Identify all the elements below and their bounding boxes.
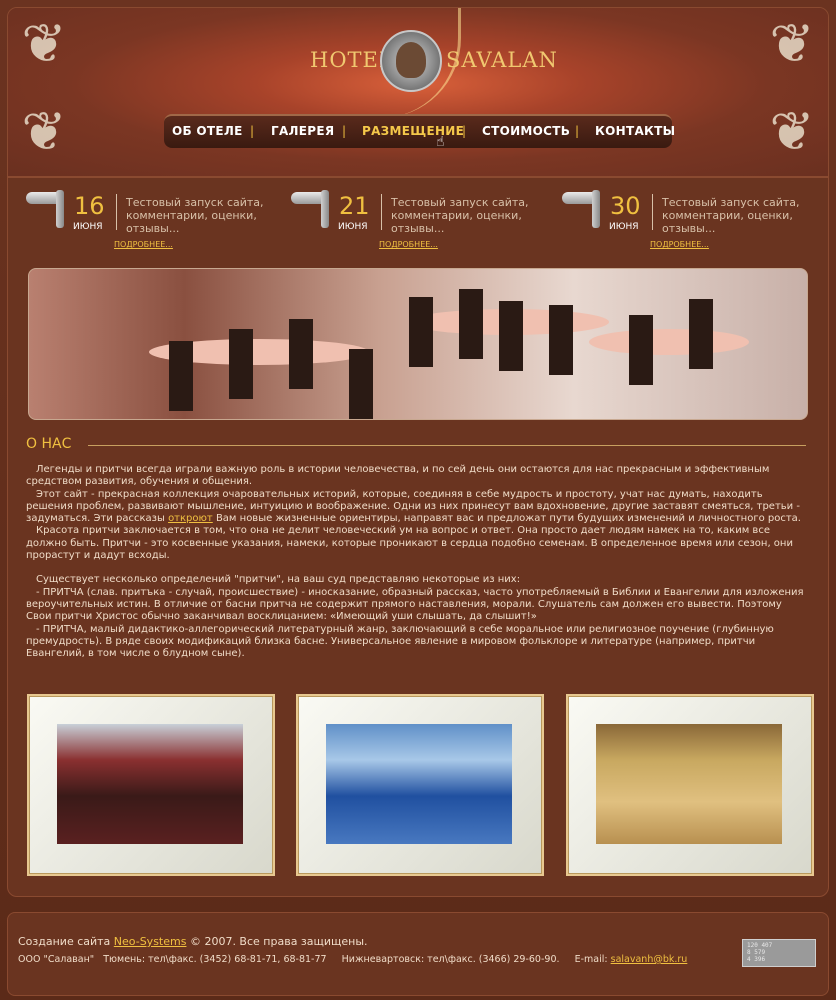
about-paragraph: Этот сайт - прекрасная коллекция очарова… [26, 489, 808, 526]
nav-item-about[interactable]: ОБ ОТЕЛЕ [172, 124, 243, 138]
banner-chair [629, 315, 653, 385]
banner-chair [549, 305, 573, 375]
banner-chair [459, 289, 483, 359]
about-paragraph: Легенды и притчи всегда играли важную ро… [26, 464, 770, 488]
about-text-fragment: Вам новые жизненные ориентиры, направят … [212, 513, 801, 525]
news-divider [381, 194, 382, 230]
nav-separator: | [575, 124, 580, 138]
banner-table [589, 329, 749, 355]
logo-text-savalan[interactable]: SAVALAN [446, 48, 558, 72]
door-handle-icon [592, 190, 600, 228]
ornament-bottom-right: ❦ [769, 100, 815, 163]
door-handle-icon [321, 190, 329, 228]
nav-item-gallery[interactable]: ГАЛЕРЕЯ [271, 124, 334, 138]
about-inline-link[interactable]: откроют [168, 513, 213, 524]
about-title-rule [88, 445, 806, 446]
hotel-building-photo [326, 724, 512, 844]
banner-chair [229, 329, 253, 399]
nav-item-contacts[interactable]: КОНТАКТЫ [595, 124, 675, 138]
about-paragraph: Красота притчи заключается в том, что он… [26, 525, 793, 562]
restaurant-banner-image [28, 268, 808, 420]
site-footer: Создание сайта Neo-Systems © 2007. Все п… [7, 912, 829, 996]
news-day: 30 [610, 192, 641, 220]
developer-link[interactable]: Neo-Systems [114, 935, 187, 948]
footer-copyright: Создание сайта Neo-Systems © 2007. Все п… [18, 935, 368, 948]
nav-separator: | [342, 124, 347, 138]
logo-emblem-icon[interactable] [380, 30, 442, 92]
news-text: Тестовый запуск сайта, комментарии, оцен… [662, 196, 800, 235]
nav-separator: | [250, 124, 255, 138]
ornament-top-right: ❦ [769, 12, 815, 75]
banner-chair [169, 341, 193, 411]
copyright-text: © 2007. Все права защищены. [186, 935, 368, 948]
counter-line: 4 396 [747, 956, 766, 963]
news-month: ИЮНЯ [609, 222, 639, 232]
eagle-icon [396, 42, 426, 78]
news-more-link[interactable]: ПОДРОБНЕЕ... [379, 240, 438, 249]
ornament-bottom-left: ❦ [21, 100, 67, 163]
copyright-text: Создание сайта [18, 935, 114, 948]
nav-item-accommodation[interactable]: РАЗМЕЩЕНИЕ [362, 124, 464, 138]
news-text: Тестовый запуск сайта, комментарии, оцен… [126, 196, 264, 235]
ornament-top-left: ❦ [21, 12, 67, 75]
visit-counter-badge[interactable]: 120 407 8 579 4 396 [742, 939, 816, 967]
news-text: Тестовый запуск сайта, комментарии, оцен… [391, 196, 529, 235]
banner-chair [689, 299, 713, 369]
about-paragraph: Существует несколько определений "притчи… [36, 574, 521, 586]
banner-chair [499, 301, 523, 371]
news-month: ИЮНЯ [73, 222, 103, 232]
counter-line: 120 407 [747, 942, 773, 949]
news-item: 16 ИЮНЯ Тестовый запуск сайта, комментар… [26, 188, 286, 253]
contacts-text: ООО "Салаван" Тюмень: тел\факс. (3452) 6… [18, 954, 611, 965]
news-more-link[interactable]: ПОДРОБНЕЕ... [650, 240, 709, 249]
news-day: 21 [339, 192, 370, 220]
footer-contacts: ООО "Салаван" Тюмень: тел\факс. (3452) 6… [18, 954, 687, 965]
email-link[interactable]: salavanh@bk.ru [611, 954, 688, 965]
news-item: 21 ИЮНЯ Тестовый запуск сайта, комментар… [291, 188, 551, 253]
main-nav: ОБ ОТЕЛЕ | ГАЛЕРЕЯ | РАЗМЕЩЕНИЕ | СТОИМО… [164, 114, 675, 148]
nav-item-prices[interactable]: СТОИМОСТЬ [482, 124, 570, 138]
hand-cursor-icon: ☝ [436, 134, 445, 150]
banner-chair [349, 349, 373, 419]
banner-chair [409, 297, 433, 367]
bedroom-photo [596, 724, 782, 844]
restaurant-photo [57, 724, 243, 844]
news-divider [116, 194, 117, 230]
main-panel: ❦ ❦ ❦ ❦ HOTEL SAVALAN ОБ ОТЕЛЕ | ГАЛЕРЕЯ… [7, 7, 829, 897]
about-paragraph: - ПРИТЧА (слав. притъка - случай, происш… [26, 586, 804, 623]
news-day: 16 [74, 192, 105, 220]
site-header: ❦ ❦ ❦ ❦ HOTEL SAVALAN ОБ ОТЕЛЕ | ГАЛЕРЕЯ… [8, 8, 828, 176]
gallery-thumbnail-restaurant[interactable] [27, 694, 275, 876]
page-background: ❦ ❦ ❦ ❦ HOTEL SAVALAN ОБ ОТЕЛЕ | ГАЛЕРЕЯ… [0, 0, 836, 1000]
news-divider [652, 194, 653, 230]
news-item: 30 ИЮНЯ Тестовый запуск сайта, комментар… [562, 188, 822, 253]
gallery-thumbnail-building[interactable] [296, 694, 544, 876]
door-handle-icon [56, 190, 64, 228]
gallery-thumbnail-bedroom[interactable] [566, 694, 814, 876]
news-month: ИЮНЯ [338, 222, 368, 232]
header-divider [8, 176, 828, 178]
about-paragraph: - ПРИТЧА, малый дидактико-аллегорический… [26, 623, 774, 660]
nav-separator: | [462, 124, 467, 138]
counter-line: 8 579 [747, 949, 766, 956]
about-title: О НАС [26, 436, 72, 452]
news-more-link[interactable]: ПОДРОБНЕЕ... [114, 240, 173, 249]
about-text: Легенды и притчи всегда играли важную ро… [26, 464, 808, 660]
banner-chair [289, 319, 313, 389]
